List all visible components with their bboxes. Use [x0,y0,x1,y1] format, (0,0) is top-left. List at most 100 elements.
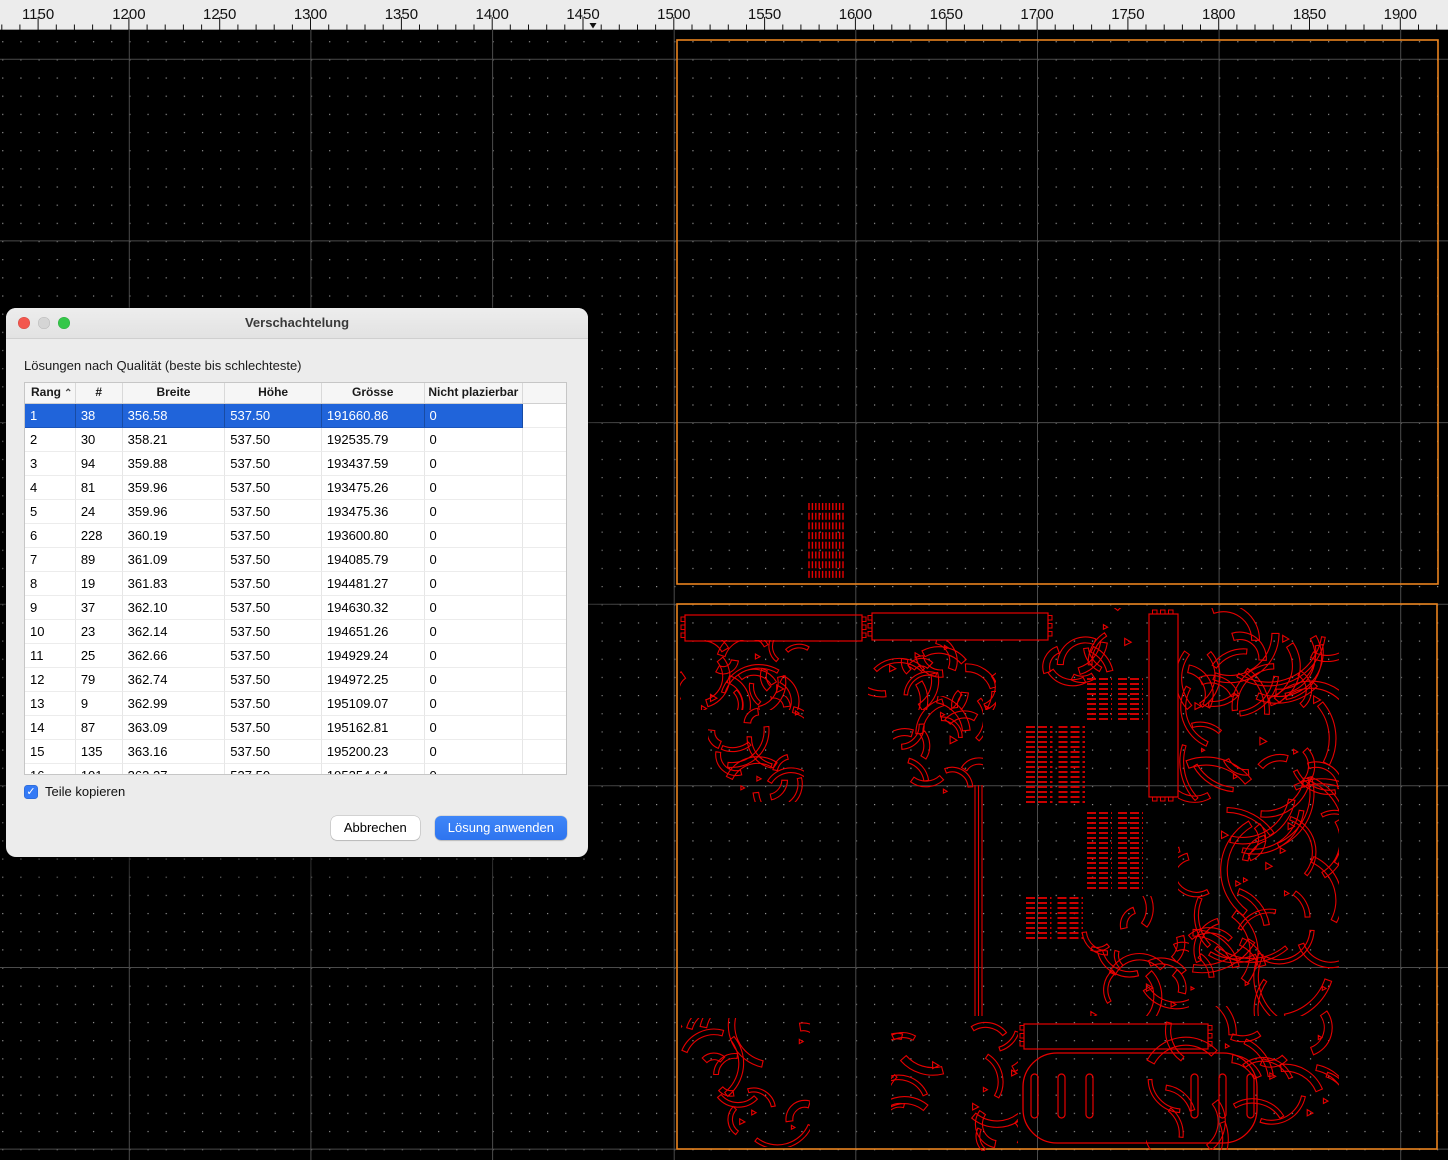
table-cell: 537.50 [225,572,322,596]
table-cell: 30 [76,428,123,452]
table-cell: 101 [76,764,123,775]
svg-text:1250: 1250 [203,6,236,23]
table-header-row: Rang⌃#BreiteHöheGrösseNicht plazierbar [25,383,566,404]
solution-row[interactable]: 789361.09537.50194085.790 [25,548,566,572]
table-cell: 0 [425,692,524,716]
solution-row[interactable]: 138356.58537.50191660.860 [25,404,566,428]
svg-text:1300: 1300 [294,6,327,23]
table-cell: 193437.59 [322,452,425,476]
table-cell [523,644,566,668]
table-body: 138356.58537.50191660.860230358.21537.50… [25,404,566,775]
table-cell: 537.50 [225,476,322,500]
svg-text:1400: 1400 [476,6,509,23]
table-cell [523,764,566,775]
ruler-position-marker-icon[interactable] [590,23,597,29]
table-cell: 0 [425,668,524,692]
solution-row[interactable]: 230358.21537.50192535.790 [25,428,566,452]
solution-row[interactable]: 6228360.19537.50193600.800 [25,524,566,548]
table-cell: 0 [425,716,524,740]
svg-text:1150: 1150 [22,6,54,23]
dialog-titlebar[interactable]: Verschachtelung [6,308,588,339]
table-cell: 359.96 [123,476,226,500]
apply-solution-button[interactable]: Lösung anwenden [435,816,567,840]
solution-row[interactable]: 15135363.16537.50195200.230 [25,740,566,764]
table-cell: 358.21 [123,428,226,452]
table-cell [523,476,566,500]
table-cell: 363.16 [123,740,226,764]
table-cell: 135 [76,740,123,764]
ruler-ticks: 1150120012501300135014001450150015501600… [0,0,1448,30]
solution-row[interactable]: 1279362.74537.50194972.250 [25,668,566,692]
table-cell [523,524,566,548]
table-cell: 194085.79 [322,548,425,572]
table-cell [523,404,566,428]
copy-parts-option[interactable]: ✓ Teile kopieren [24,784,125,799]
solution-row[interactable]: 16101363.27537.50195254.640 [25,764,566,775]
table-cell: 16 [25,764,76,775]
table-cell: 537.50 [225,428,322,452]
table-cell: 362.10 [123,596,226,620]
table-cell: 94 [76,452,123,476]
table-cell: 0 [425,620,524,644]
solution-row[interactable]: 524359.96537.50193475.360 [25,500,566,524]
table-cell: 362.99 [123,692,226,716]
table-cell: 537.50 [225,644,322,668]
column-header-Nicht plazierbar[interactable]: Nicht plazierbar [425,383,524,403]
solution-row[interactable]: 1125362.66537.50194929.240 [25,644,566,668]
column-header-#[interactable]: # [76,383,123,403]
table-cell: 537.50 [225,404,322,428]
table-cell: 0 [425,524,524,548]
checkbox-label: Teile kopieren [45,784,125,799]
svg-text:1750: 1750 [1111,6,1144,23]
svg-text:1650: 1650 [930,6,963,23]
table-cell: 191660.86 [322,404,425,428]
column-header-Höhe[interactable]: Höhe [225,383,322,403]
dialog-title: Verschachtelung [6,308,588,338]
table-cell: 24 [76,500,123,524]
solution-row[interactable]: 819361.83537.50194481.270 [25,572,566,596]
table-cell: 15 [25,740,76,764]
solution-row[interactable]: 394359.88537.50193437.590 [25,452,566,476]
table-cell: 193600.80 [322,524,425,548]
table-cell: 0 [425,476,524,500]
solution-row[interactable]: 139362.99537.50195109.070 [25,692,566,716]
table-cell: 360.19 [123,524,226,548]
table-cell: 87 [76,716,123,740]
table-cell: 89 [76,548,123,572]
solution-row[interactable]: 481359.96537.50193475.260 [25,476,566,500]
cancel-button[interactable]: Abbrechen [331,816,420,840]
table-cell: 25 [76,644,123,668]
table-cell: 195200.23 [322,740,425,764]
table-cell: 79 [76,668,123,692]
table-cell: 537.50 [225,452,322,476]
table-cell: 537.50 [225,716,322,740]
svg-text:1900: 1900 [1384,6,1417,23]
solution-row[interactable]: 937362.10537.50194630.320 [25,596,566,620]
table-cell: 9 [25,596,76,620]
column-header-Breite[interactable]: Breite [123,383,226,403]
checkbox-checked-icon[interactable]: ✓ [24,785,38,799]
svg-text:1550: 1550 [748,6,781,23]
table-cell: 81 [76,476,123,500]
table-cell: 0 [425,644,524,668]
column-header-Rang[interactable]: Rang⌃ [25,383,76,403]
solution-row[interactable]: 1023362.14537.50194651.260 [25,620,566,644]
dialog-buttons: Abbrechen Lösung anwenden [331,816,567,840]
solution-row[interactable]: 1487363.09537.50195162.810 [25,716,566,740]
solutions-table: Rang⌃#BreiteHöheGrösseNicht plazierbar 1… [24,382,567,775]
table-cell: 194972.25 [322,668,425,692]
svg-text:1600: 1600 [839,6,872,23]
column-header-Grösse[interactable]: Grösse [322,383,425,403]
table-cell: 362.74 [123,668,226,692]
table-cell: 361.83 [123,572,226,596]
table-cell: 0 [425,428,524,452]
table-cell [523,572,566,596]
table-cell: 194651.26 [322,620,425,644]
table-cell: 363.09 [123,716,226,740]
table-cell: 8 [25,572,76,596]
table-cell: 356.58 [123,404,226,428]
table-cell: 195254.64 [322,764,425,775]
table-cell: 537.50 [225,764,322,775]
table-cell: 2 [25,428,76,452]
table-cell: 0 [425,572,524,596]
